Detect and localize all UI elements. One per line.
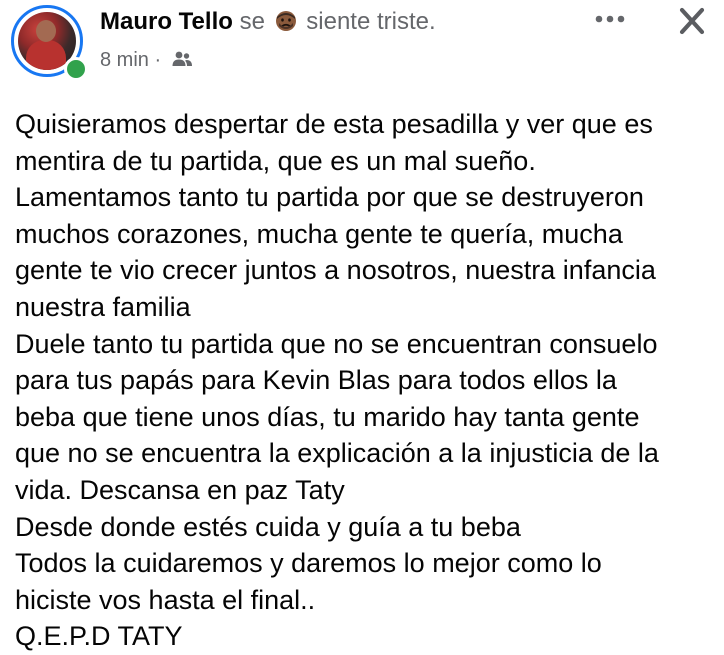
close-icon — [679, 7, 705, 35]
post-text-line: Q.E.P.D TATY — [15, 621, 183, 652]
post-text-line: que no se encuentra la explicación a la … — [15, 438, 659, 469]
post-text-line: mentira de tu partida, que es un mal sue… — [15, 145, 536, 176]
more-options-button[interactable] — [588, 4, 632, 34]
post-text-line: Lamentamos tanto tu partida por que se d… — [15, 182, 644, 213]
post-text-line: muchos corazones, mucha gente te quería,… — [15, 218, 623, 249]
avatar-figure-head — [36, 20, 56, 42]
post-text-line: gente te vio crecer juntos a nosotros, n… — [15, 255, 656, 286]
friends-icon[interactable] — [171, 51, 193, 67]
post-timestamp[interactable]: 8 min — [100, 49, 149, 71]
avatar[interactable] — [11, 5, 88, 81]
sad-face-icon — [275, 11, 296, 31]
post-text-line: Todos la cuidaremos y daremos lo mejor c… — [15, 548, 602, 579]
post-text-line: hiciste vos hasta el final.. — [15, 584, 316, 615]
post-header: Mauro Tello se siente triste. 8 min · — [0, 0, 724, 90]
more-options-icon — [595, 15, 625, 23]
feeling-prefix: se — [239, 8, 265, 35]
author-name[interactable]: Mauro Tello — [100, 8, 233, 35]
post-text-line: beba que tiene unos días, tu marido hay … — [15, 401, 640, 432]
post-text-line: Quisieramos despertar de esta pesadilla … — [15, 109, 653, 139]
post-meta: 8 min · — [100, 46, 193, 74]
close-button[interactable] — [672, 2, 712, 42]
avatar-figure-body — [26, 40, 66, 70]
feeling-text: siente triste. — [306, 8, 436, 35]
post-text-line: para tus papás para Kevin Blas para todo… — [15, 365, 617, 396]
post-text-line: nuestra familia — [15, 291, 191, 322]
post-message: Quisieramos despertar de esta pesadilla … — [15, 106, 715, 655]
post-text-line: Desde donde estés cuida y guía a tu beba — [15, 511, 521, 542]
post-header-line: Mauro Tello se siente triste. — [100, 6, 436, 38]
post-text-line: vida. Descansa en paz Taty — [15, 474, 345, 505]
meta-separator: · — [154, 49, 162, 71]
post-text-line: Duele tanto tu partida que no se encuent… — [15, 328, 658, 359]
online-status-icon — [64, 57, 88, 81]
